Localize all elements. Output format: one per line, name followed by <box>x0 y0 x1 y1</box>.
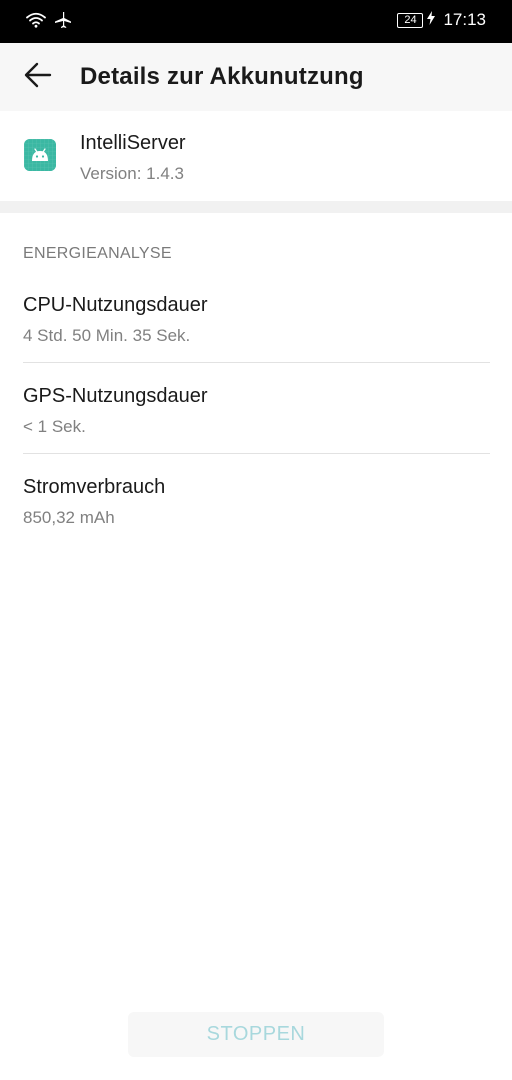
android-icon <box>24 139 56 171</box>
list-item-cpu-usage: CPU-Nutzungsdauer 4 Std. 50 Min. 35 Sek. <box>0 294 512 384</box>
battery-details-screen: 24 17:13 Details zur Akkunutzung Intelli… <box>0 0 512 1080</box>
charging-icon <box>427 10 436 30</box>
stop-button[interactable]: STOPPEN <box>128 1012 384 1057</box>
back-arrow-icon <box>24 61 52 94</box>
list-item-value: < 1 Sek. <box>23 417 86 436</box>
section-header-energy-analysis: ENERGIEANALYSE <box>23 245 172 262</box>
status-right: 24 17:13 <box>397 10 486 30</box>
wifi-icon <box>26 12 46 33</box>
app-version: Version: 1.4.3 <box>80 164 184 183</box>
list-item-gps-usage: GPS-Nutzungsdauer < 1 Sek. <box>0 385 512 475</box>
page-title: Details zur Akkunutzung <box>80 63 364 90</box>
list-item-title: CPU-Nutzungsdauer <box>23 294 208 316</box>
app-info-card: IntelliServer Version: 1.4.3 <box>0 111 512 201</box>
list-item-value: 850,32 mAh <box>23 508 115 527</box>
list-item-power-consumption: Stromverbrauch 850,32 mAh <box>0 476 512 566</box>
section-divider <box>0 201 512 213</box>
app-bar: Details zur Akkunutzung <box>0 43 512 111</box>
list-item-title: GPS-Nutzungsdauer <box>23 385 208 407</box>
airplane-icon <box>54 11 72 34</box>
row-divider <box>23 453 490 454</box>
app-name: IntelliServer <box>80 132 186 154</box>
list-item-title: Stromverbrauch <box>23 476 166 498</box>
status-left <box>26 11 72 34</box>
status-bar: 24 17:13 <box>0 0 512 43</box>
back-button[interactable] <box>16 55 60 99</box>
list-item-value: 4 Std. 50 Min. 35 Sek. <box>23 326 191 345</box>
row-divider <box>23 362 490 363</box>
battery-icon: 24 <box>397 12 424 28</box>
status-time: 17:13 <box>443 10 486 29</box>
